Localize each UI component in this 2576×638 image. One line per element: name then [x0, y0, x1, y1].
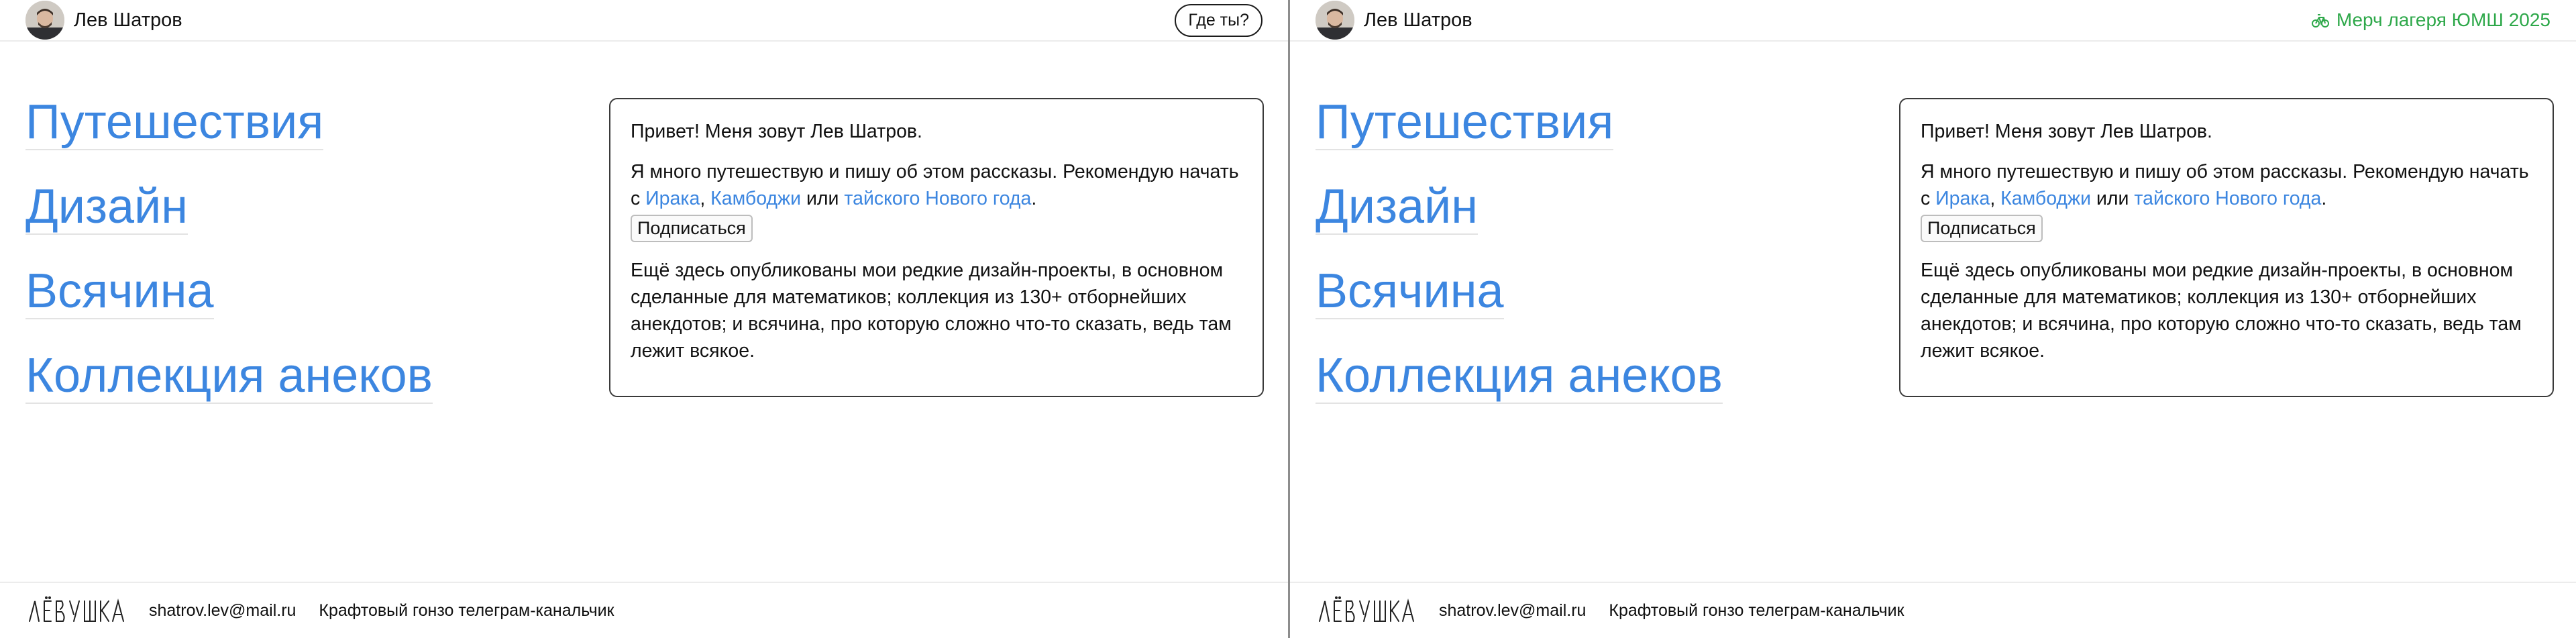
nav-link-jokes[interactable]: Коллекция анеков: [25, 349, 433, 404]
intro-travel-paragraph: Я много путешествую и пишу об этом расск…: [1921, 158, 2532, 212]
intro-projects-paragraph: Ещё здесь опубликованы мои редкие дизайн…: [631, 260, 1232, 362]
intro-greeting: Привет! Меня зовут Лев Шатров.: [1921, 121, 2212, 142]
link-cambodia[interactable]: Камбоджи: [710, 188, 801, 209]
intro-card: Привет! Меня зовут Лев Шатров. Я много п…: [1899, 98, 2554, 397]
site-footer: shatrov.lev@mail.ru Крафтовый гонзо теле…: [0, 582, 1288, 638]
separator-text: .: [1031, 188, 1037, 209]
nav-link-design[interactable]: Дизайн: [1316, 180, 1479, 235]
separator-text: ,: [700, 188, 711, 209]
section-nav: Путешествия Дизайн Всячина Коллекция ане…: [1316, 95, 1723, 404]
separator-text: .: [2321, 188, 2327, 209]
subscribe-button[interactable]: Подписаться: [1921, 215, 2043, 242]
site-owner-name: Лев Шатров: [1364, 9, 1472, 31]
right-page-pane: Лев Шатров Мерч лагеря ЮМШ 2025 Путешест…: [1288, 0, 2576, 638]
subscribe-button[interactable]: Подписаться: [631, 215, 753, 242]
nav-link-travel[interactable]: Путешествия: [1316, 95, 1614, 150]
link-iraq[interactable]: Ирака: [1935, 188, 1990, 209]
merch-link-label: Мерч лагеря ЮМШ 2025: [2336, 9, 2551, 30]
site-header: Лев Шатров Где ты?: [0, 0, 1288, 42]
site-owner-name: Лев Шатров: [74, 9, 182, 31]
site-header: Лев Шатров Мерч лагеря ЮМШ 2025: [1290, 0, 2576, 42]
separator-text: ,: [1990, 188, 2001, 209]
avatar: [25, 1, 64, 40]
merch-link[interactable]: Мерч лагеря ЮМШ 2025: [2311, 9, 2551, 31]
main-content: Путешествия Дизайн Всячина Коллекция ане…: [0, 42, 1288, 582]
nav-link-design[interactable]: Дизайн: [25, 180, 189, 235]
site-brand-link[interactable]: Лев Шатров: [25, 1, 182, 40]
intro-card: Привет! Меня зовут Лев Шатров. Я много п…: [609, 98, 1264, 397]
nav-link-travel[interactable]: Путешествия: [25, 95, 324, 150]
footer-email-link[interactable]: shatrov.lev@mail.ru: [1439, 601, 1586, 621]
intro-projects-paragraph: Ещё здесь опубликованы мои редкие дизайн…: [1921, 260, 2522, 362]
site-footer: shatrov.lev@mail.ru Крафтовый гонзо теле…: [1290, 582, 2576, 638]
link-thai-new-year[interactable]: тайского Нового года: [2134, 188, 2321, 209]
intro-travel-paragraph: Я много путешествую и пишу об этом расск…: [631, 158, 1242, 212]
signature-logo-icon[interactable]: [25, 594, 126, 627]
link-iraq[interactable]: Ирака: [645, 188, 700, 209]
intro-greeting: Привет! Меня зовут Лев Шатров.: [631, 121, 922, 142]
link-cambodia[interactable]: Камбоджи: [2000, 188, 2091, 209]
nav-link-jokes[interactable]: Коллекция анеков: [1316, 349, 1723, 404]
signature-logo-icon[interactable]: [1316, 594, 1416, 627]
separator-text: или: [2091, 188, 2135, 209]
footer-telegram-link[interactable]: Крафтовый гонзо телеграм-канальчик: [1609, 601, 1904, 621]
footer-email-link[interactable]: shatrov.lev@mail.ru: [149, 601, 296, 621]
avatar: [1316, 1, 1354, 40]
bicycle-icon: [2311, 14, 2329, 28]
footer-telegram-link[interactable]: Крафтовый гонзо телеграм-канальчик: [319, 601, 614, 621]
link-thai-new-year[interactable]: тайского Нового года: [844, 188, 1031, 209]
section-nav: Путешествия Дизайн Всячина Коллекция ане…: [25, 95, 433, 404]
site-brand-link[interactable]: Лев Шатров: [1316, 1, 1472, 40]
main-content: Путешествия Дизайн Всячина Коллекция ане…: [1290, 42, 2576, 582]
where-are-you-button[interactable]: Где ты?: [1175, 3, 1263, 37]
nav-link-misc[interactable]: Всячина: [25, 264, 214, 319]
nav-link-misc[interactable]: Всячина: [1316, 264, 1504, 319]
left-page-pane: Лев Шатров Где ты? Путешествия Дизайн Вс…: [0, 0, 1288, 638]
separator-text: или: [801, 188, 845, 209]
